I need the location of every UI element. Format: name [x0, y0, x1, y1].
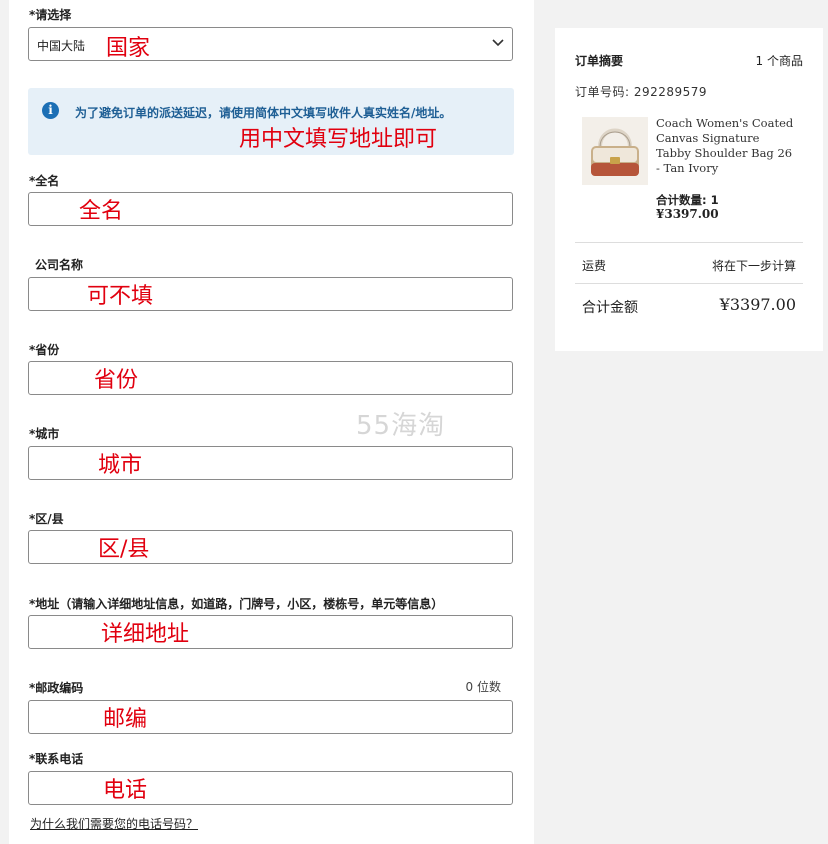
- info-annotation: 用中文填写地址即可: [239, 127, 438, 152]
- postcode-annotation: 邮编: [103, 707, 148, 732]
- district-annotation: 区/县: [98, 537, 150, 562]
- shipping-label: 运费: [582, 259, 607, 273]
- address-label: *地址（请输入详细地址信息，如道路，门牌号，小区，楼栋号，单元等信息）: [29, 597, 444, 611]
- province-annotation: 省份: [94, 368, 139, 393]
- company-field[interactable]: 可不填: [28, 277, 513, 311]
- chevron-down-icon: [492, 39, 504, 47]
- shipping-form: *请选择 中国大陆 国家 i 为了避免订单的派送延迟，请使用简体中文填写收件人真…: [9, 0, 534, 844]
- postcode-field[interactable]: 邮编: [28, 700, 513, 734]
- watermark: 55海淘: [356, 411, 446, 441]
- phone-label: *联系电话: [29, 752, 84, 766]
- province-label: *省份: [29, 343, 60, 357]
- summary-item-count: 1 个商品: [755, 54, 803, 68]
- address-annotation: 详细地址: [101, 622, 190, 647]
- phone-field[interactable]: 电话: [28, 771, 513, 805]
- product-name[interactable]: Coach Women's Coated Canvas Signature Ta…: [656, 116, 796, 176]
- country-value: 中国大陆: [37, 39, 86, 53]
- order-number: 订单号码: 292289579: [575, 85, 708, 99]
- summary-divider: [575, 242, 803, 243]
- country-label: *请选择: [29, 8, 72, 22]
- total-label: 合计金额: [582, 300, 638, 316]
- summary-divider: [575, 283, 803, 284]
- fullname-annotation: 全名: [79, 199, 124, 224]
- fullname-label: *全名: [29, 174, 60, 188]
- company-annotation: 可不填: [87, 284, 154, 309]
- product-thumbnail[interactable]: [582, 117, 648, 185]
- info-icon: i: [42, 102, 59, 119]
- info-text: 为了避免订单的派送延迟，请使用简体中文填写收件人真实姓名/地址。: [75, 106, 452, 120]
- product-price: ¥3397.00: [656, 207, 719, 221]
- city-annotation: 城市: [98, 453, 143, 478]
- address-field[interactable]: 详细地址: [28, 615, 513, 649]
- country-select[interactable]: 中国大陆 国家: [28, 27, 513, 61]
- postcode-counter: 0 位数: [465, 680, 501, 694]
- postcode-label: *邮政编码: [29, 681, 84, 695]
- order-summary: 订单摘要 1 个商品 订单号码: 292289579 Coach Women's…: [555, 28, 823, 351]
- info-banner: i 为了避免订单的派送延迟，请使用简体中文填写收件人真实姓名/地址。 用中文填写…: [28, 88, 514, 155]
- bag-image: [591, 128, 639, 176]
- summary-title: 订单摘要: [575, 54, 624, 68]
- shipping-value: 将在下一步计算: [711, 259, 796, 273]
- city-label: *城市: [29, 427, 60, 441]
- district-field[interactable]: 区/县: [28, 530, 513, 564]
- phone-annotation: 电话: [103, 778, 148, 803]
- city-field[interactable]: 城市: [28, 446, 513, 480]
- phone-help-link[interactable]: 为什么我们需要您的电话号码？: [30, 815, 198, 832]
- product-quantity: 合计数量: 1: [656, 193, 719, 207]
- fullname-field[interactable]: 全名: [28, 192, 513, 226]
- district-label: *区/县: [29, 512, 64, 526]
- country-annotation: 国家: [106, 36, 151, 61]
- company-label: 公司名称: [35, 258, 84, 272]
- total-value: ¥3397.00: [719, 295, 796, 314]
- province-field[interactable]: 省份: [28, 361, 513, 395]
